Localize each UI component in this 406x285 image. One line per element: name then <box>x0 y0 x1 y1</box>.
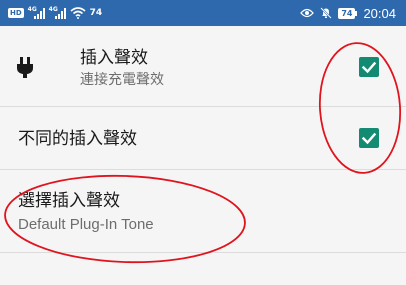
status-bar: HD 4G 4G 74 74 20:04 <box>0 0 406 26</box>
mute-icon <box>320 7 333 19</box>
status-bar-right: 74 20:04 <box>300 4 396 22</box>
signal-label: 4G <box>48 5 58 13</box>
battery-icon: 74 <box>338 7 358 19</box>
annotation-ellipse-checkboxes <box>318 42 402 174</box>
setting-item-title: 插入聲效 <box>80 48 148 68</box>
setting-item-subtitle: 連接充電聲效 <box>80 72 164 88</box>
signal-icon: 4G <box>27 5 45 19</box>
setting-item-title: 不同的插入聲效 <box>18 129 137 149</box>
annotation-ellipse-tone-choice <box>4 174 246 264</box>
hd-icon: HD <box>8 8 24 18</box>
signal-label: 4G <box>27 5 37 13</box>
net-speed: 74 <box>89 8 103 18</box>
status-bar-left: HD 4G 4G 74 <box>8 4 102 22</box>
signal-icon: 4G <box>48 5 66 19</box>
plug-icon <box>17 57 33 78</box>
wifi-icon <box>70 7 86 19</box>
eye-icon <box>300 8 315 18</box>
status-time: 20:04 <box>363 5 396 21</box>
battery-level: 74 <box>338 7 356 19</box>
